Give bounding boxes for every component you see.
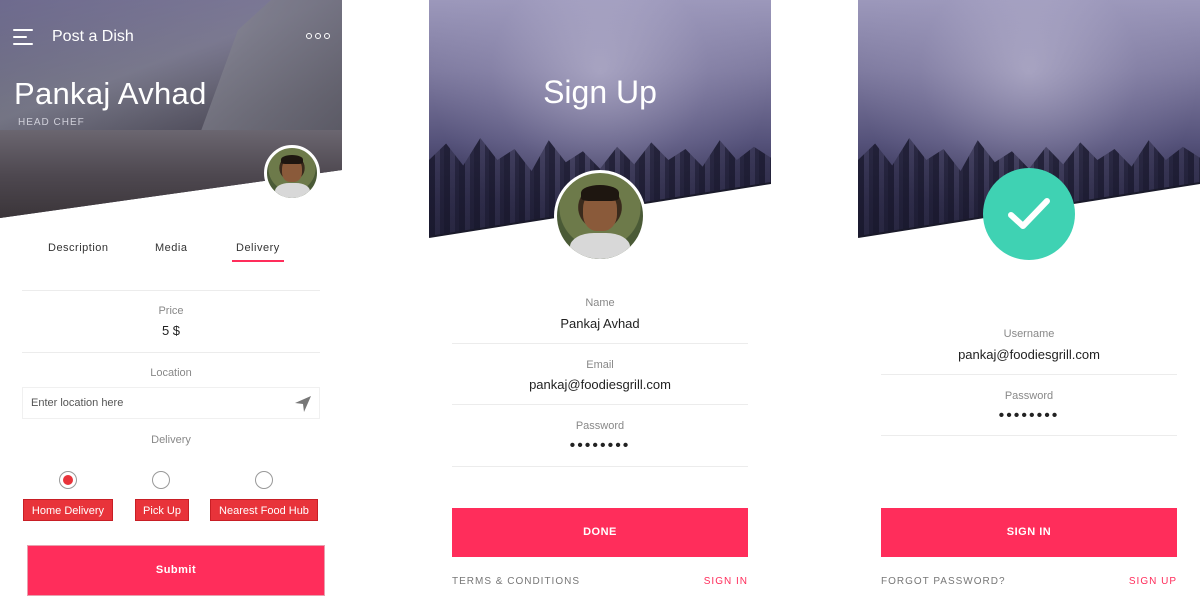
- username-label: Username: [1003, 328, 1055, 340]
- more-dots-icon[interactable]: [306, 33, 330, 41]
- option-pick-up[interactable]: Pick Up: [135, 499, 189, 521]
- forgot-password-link[interactable]: FORGOT PASSWORD?: [881, 576, 1006, 587]
- sign-in-link[interactable]: SIGN IN: [704, 576, 748, 587]
- divider: [452, 343, 748, 344]
- terms-link[interactable]: TERMS & CONDITIONS: [452, 576, 580, 587]
- radio-pick-up[interactable]: [152, 471, 170, 489]
- mountain-scenery: [194, 0, 342, 150]
- password-field[interactable]: ••••••••: [452, 437, 748, 455]
- tab-delivery[interactable]: Delivery: [232, 242, 284, 262]
- divider: [22, 352, 320, 353]
- sign-up-screen: Sign Up Name Pankaj Avhad Email pankaj@f…: [429, 0, 771, 608]
- email-label: Email: [586, 359, 614, 371]
- password-label: Password: [575, 420, 625, 432]
- option-nearest-food-hub[interactable]: Nearest Food Hub: [210, 499, 318, 521]
- price-label: Price: [158, 305, 184, 317]
- page-title: Sign Up: [543, 74, 657, 110]
- username-field[interactable]: pankaj@foodiesgrill.com: [881, 347, 1177, 362]
- avatar[interactable]: [554, 170, 646, 262]
- avatar[interactable]: [264, 145, 320, 201]
- success-badge: [983, 168, 1075, 260]
- tab-bar: Description Media Delivery: [22, 236, 320, 264]
- submit-button[interactable]: Submit: [27, 545, 325, 596]
- email-field[interactable]: pankaj@foodiesgrill.com: [452, 377, 748, 392]
- divider: [452, 404, 748, 405]
- post-dish-screen: Post a Dish Pankaj Avhad HEAD CHEF Descr…: [0, 0, 342, 608]
- location-input[interactable]: [23, 388, 289, 418]
- divider: [452, 466, 748, 467]
- divider: [881, 374, 1177, 375]
- radio-home-delivery[interactable]: [59, 471, 77, 489]
- profile-name: Pankaj Avhad: [14, 76, 207, 111]
- name-field[interactable]: Pankaj Avhad: [452, 316, 748, 331]
- radio-nearest-food-hub[interactable]: [255, 471, 273, 489]
- done-button[interactable]: DONE: [452, 508, 748, 557]
- app-bar-title: Post a Dish: [52, 28, 134, 45]
- sign-up-link[interactable]: SIGN UP: [1129, 576, 1177, 587]
- navigation-arrow-icon[interactable]: [293, 394, 313, 414]
- divider: [22, 290, 320, 291]
- hamburger-menu-icon[interactable]: [13, 28, 33, 46]
- location-label: Location: [150, 367, 192, 379]
- password-label: Password: [1004, 390, 1054, 402]
- checkmark-icon: [1008, 198, 1050, 229]
- tab-description[interactable]: Description: [48, 242, 109, 254]
- profile-role: HEAD CHEF: [18, 117, 85, 128]
- tab-media[interactable]: Media: [155, 242, 187, 254]
- price-value[interactable]: 5 $: [22, 323, 320, 338]
- divider: [881, 435, 1177, 436]
- sign-in-screen: Username pankaj@foodiesgrill.com Passwor…: [858, 0, 1200, 608]
- sign-in-button[interactable]: SIGN IN: [881, 508, 1177, 557]
- location-field: [22, 387, 320, 419]
- name-label: Name: [585, 297, 615, 309]
- password-field[interactable]: ••••••••: [881, 407, 1177, 425]
- option-home-delivery[interactable]: Home Delivery: [23, 499, 113, 521]
- delivery-label: Delivery: [151, 434, 191, 446]
